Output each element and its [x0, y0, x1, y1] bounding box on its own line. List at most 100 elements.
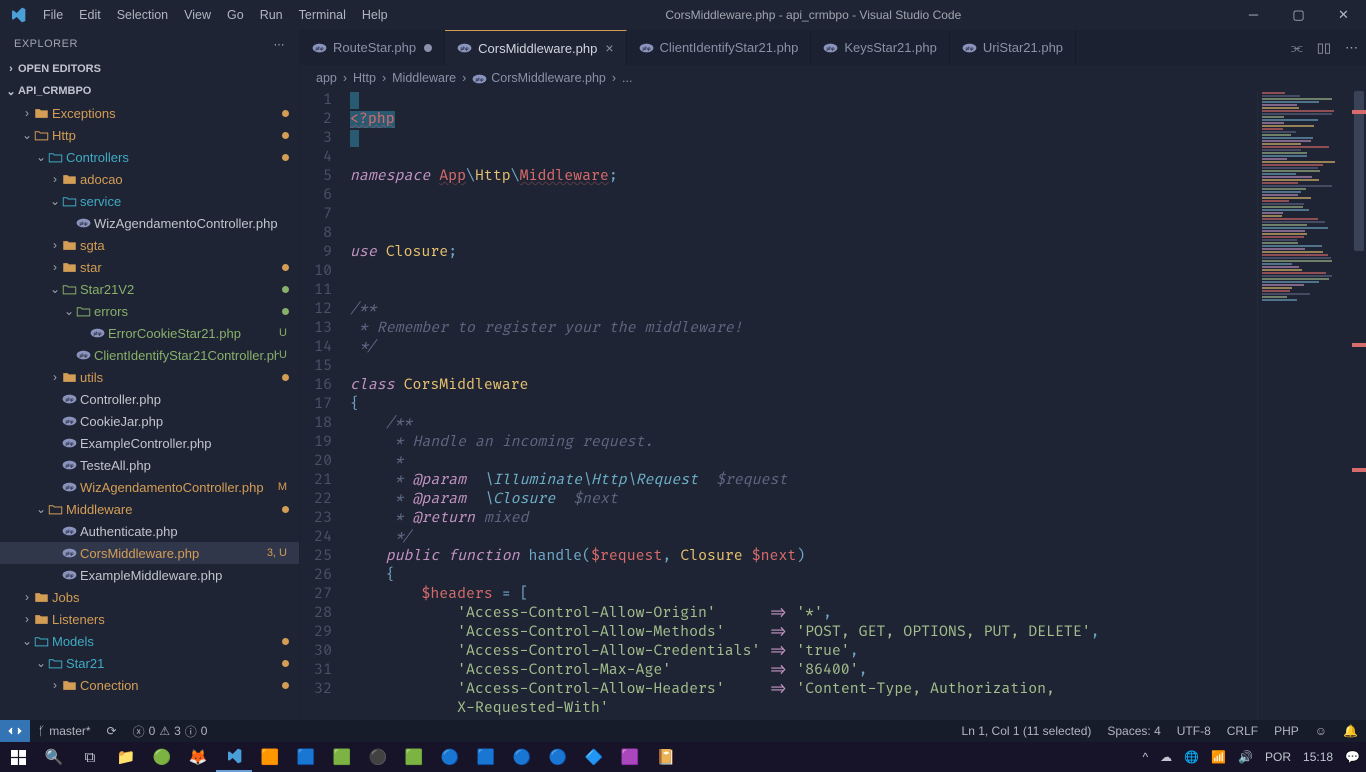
file-examplemiddleware-php[interactable]: phpExampleMiddleware.php: [0, 564, 299, 586]
tab-keysstar21-php[interactable]: phpKeysStar21.php: [811, 30, 950, 65]
encoding[interactable]: UTF-8: [1169, 720, 1219, 742]
folder-adocao[interactable]: ›adocao: [0, 168, 299, 190]
folder-jobs[interactable]: ›Jobs: [0, 586, 299, 608]
tab-uristar21-php[interactable]: phpUriStar21.php: [950, 30, 1076, 65]
svg-text:php: php: [66, 573, 74, 578]
git-branch[interactable]: ᚶ master*: [30, 720, 99, 742]
tab-clientidentifystar21-php[interactable]: phpClientIdentifyStar21.php: [627, 30, 812, 65]
file-clientidentifystar21controller-php[interactable]: phpClientIdentifyStar21Controller.phpU: [0, 344, 299, 366]
svg-text:php: php: [316, 45, 324, 50]
feedback-icon[interactable]: ☺: [1307, 720, 1335, 742]
minimap[interactable]: [1257, 91, 1352, 720]
sync-icon[interactable]: ⟳: [99, 720, 125, 742]
menu-terminal[interactable]: Terminal: [291, 8, 354, 22]
menu-run[interactable]: Run: [252, 8, 291, 22]
maximize-button[interactable]: ▢: [1276, 0, 1321, 30]
title-bar: FileEditSelectionViewGoRunTerminalHelp C…: [0, 0, 1366, 30]
folder-service[interactable]: ⌄service: [0, 190, 299, 212]
keyboard-lang[interactable]: POR: [1259, 750, 1297, 764]
vscode-logo-icon: [0, 7, 35, 23]
notifications-icon[interactable]: 🔔: [1335, 720, 1366, 742]
code-editor[interactable]: 1234567891011121314151617181920212223242…: [300, 91, 1366, 720]
editor-tabs: phpRouteStar.phpphpCorsMiddleware.php×ph…: [300, 30, 1366, 65]
close-icon[interactable]: ×: [605, 40, 613, 56]
volume-icon[interactable]: 🔊: [1232, 750, 1259, 764]
folder-utils[interactable]: ›utils: [0, 366, 299, 388]
open-editors-section[interactable]: ›OPEN EDITORS: [0, 58, 299, 80]
folder-star21v2[interactable]: ⌄Star21V2: [0, 278, 299, 300]
more-icon[interactable]: ⋯: [1345, 40, 1358, 56]
compare-icon[interactable]: ⫘: [1291, 40, 1303, 56]
file-corsmiddleware-php[interactable]: phpCorsMiddleware.php3, U: [0, 542, 299, 564]
folder-star[interactable]: ›star: [0, 256, 299, 278]
svg-text:php: php: [461, 46, 469, 51]
file-wizagendamentocontroller-php[interactable]: phpWizAgendamentoController.phpM: [0, 476, 299, 498]
minimize-button[interactable]: ─: [1231, 0, 1276, 30]
window-title: CorsMiddleware.php - api_crmbpo - Visual…: [396, 8, 1231, 22]
svg-text:php: php: [66, 529, 74, 534]
folder-http[interactable]: ⌄Http: [0, 124, 299, 146]
clock[interactable]: 15:18: [1297, 750, 1339, 764]
code-content[interactable]: <?php namespace App\Http\Middleware; use…: [350, 91, 1366, 720]
svg-text:php: php: [66, 485, 74, 490]
file-tree: ›Exceptions⌄Http⌄Controllers›adocao⌄serv…: [0, 102, 299, 720]
indentation[interactable]: Spaces: 4: [1099, 720, 1168, 742]
menu-view[interactable]: View: [176, 8, 219, 22]
eol[interactable]: CRLF: [1219, 720, 1266, 742]
split-icon[interactable]: ▯▯: [1317, 40, 1331, 56]
svg-text:php: php: [827, 45, 835, 50]
editor-scrollbar[interactable]: [1352, 91, 1366, 720]
file-examplecontroller-php[interactable]: phpExampleController.php: [0, 432, 299, 454]
breadcrumb[interactable]: app›Http›Middleware›phpCorsMiddleware.ph…: [300, 65, 1366, 91]
folder-exceptions[interactable]: ›Exceptions: [0, 102, 299, 124]
menu-go[interactable]: Go: [219, 8, 252, 22]
menu-edit[interactable]: Edit: [71, 8, 109, 22]
file-authenticate-php[interactable]: phpAuthenticate.php: [0, 520, 299, 542]
folder-listeners[interactable]: ›Listeners: [0, 608, 299, 630]
menu-file[interactable]: File: [35, 8, 71, 22]
language-mode[interactable]: PHP: [1266, 720, 1307, 742]
folder-errors[interactable]: ⌄errors: [0, 300, 299, 322]
folder-controllers[interactable]: ⌄Controllers: [0, 146, 299, 168]
onedrive-icon[interactable]: ☁: [1154, 750, 1178, 764]
folder-sgta[interactable]: ›sgta: [0, 234, 299, 256]
editor-area: phpRouteStar.phpphpCorsMiddleware.php×ph…: [300, 30, 1366, 720]
scrollbar-thumb[interactable]: [1354, 91, 1364, 251]
folder-models[interactable]: ⌄Models: [0, 630, 299, 652]
file-cookiejar-php[interactable]: phpCookieJar.php: [0, 410, 299, 432]
file-controller-php[interactable]: phpController.php: [0, 388, 299, 410]
more-icon[interactable]: ⋯: [274, 38, 286, 51]
project-section[interactable]: ⌄API_CRMBPO: [0, 80, 299, 102]
svg-text:php: php: [66, 551, 74, 556]
tab-corsmiddleware-php[interactable]: phpCorsMiddleware.php×: [445, 30, 626, 65]
svg-text:php: php: [66, 441, 74, 446]
tab-routestar-php[interactable]: phpRouteStar.php: [300, 30, 445, 65]
svg-text:php: php: [94, 331, 102, 336]
close-button[interactable]: ✕: [1321, 0, 1366, 30]
file-errorcookiestar21-php[interactable]: phpErrorCookieStar21.phpU: [0, 322, 299, 344]
svg-text:php: php: [80, 221, 88, 226]
svg-text:php: php: [965, 45, 973, 50]
svg-text:php: php: [642, 45, 650, 50]
folder-middleware[interactable]: ⌄Middleware: [0, 498, 299, 520]
svg-text:php: php: [80, 353, 88, 358]
file-wizagendamentocontroller-php[interactable]: phpWizAgendamentoController.php: [0, 212, 299, 234]
status-bar: ᚶ master* ⟳ ⓧ 0 ⚠ 3 ⓘ 0 Ln 1, Col 1 (11 …: [0, 720, 1366, 742]
tray-chevron-icon[interactable]: ^: [1137, 750, 1155, 764]
cursor-position[interactable]: Ln 1, Col 1 (11 selected): [954, 720, 1100, 742]
window-controls: ─ ▢ ✕: [1231, 0, 1366, 30]
remote-indicator[interactable]: [0, 720, 30, 742]
menu-help[interactable]: Help: [354, 8, 396, 22]
folder-conection[interactable]: ›Conection: [0, 674, 299, 696]
file-testeall-php[interactable]: phpTesteAll.php: [0, 454, 299, 476]
wifi-icon[interactable]: 📶: [1205, 750, 1232, 764]
action-center-icon[interactable]: 💬: [1339, 750, 1366, 764]
problems[interactable]: ⓧ 0 ⚠ 3 ⓘ 0: [125, 720, 216, 742]
sidebar-explorer: EXPLORER ⋯ ›OPEN EDITORS ⌄API_CRMBPO ›Ex…: [0, 30, 300, 720]
folder-star21[interactable]: ⌄Star21: [0, 652, 299, 674]
svg-text:php: php: [476, 77, 484, 82]
menu-selection[interactable]: Selection: [109, 8, 176, 22]
svg-text:php: php: [66, 463, 74, 468]
main-menu: FileEditSelectionViewGoRunTerminalHelp: [35, 8, 396, 22]
network-icon[interactable]: 🌐: [1178, 750, 1205, 764]
